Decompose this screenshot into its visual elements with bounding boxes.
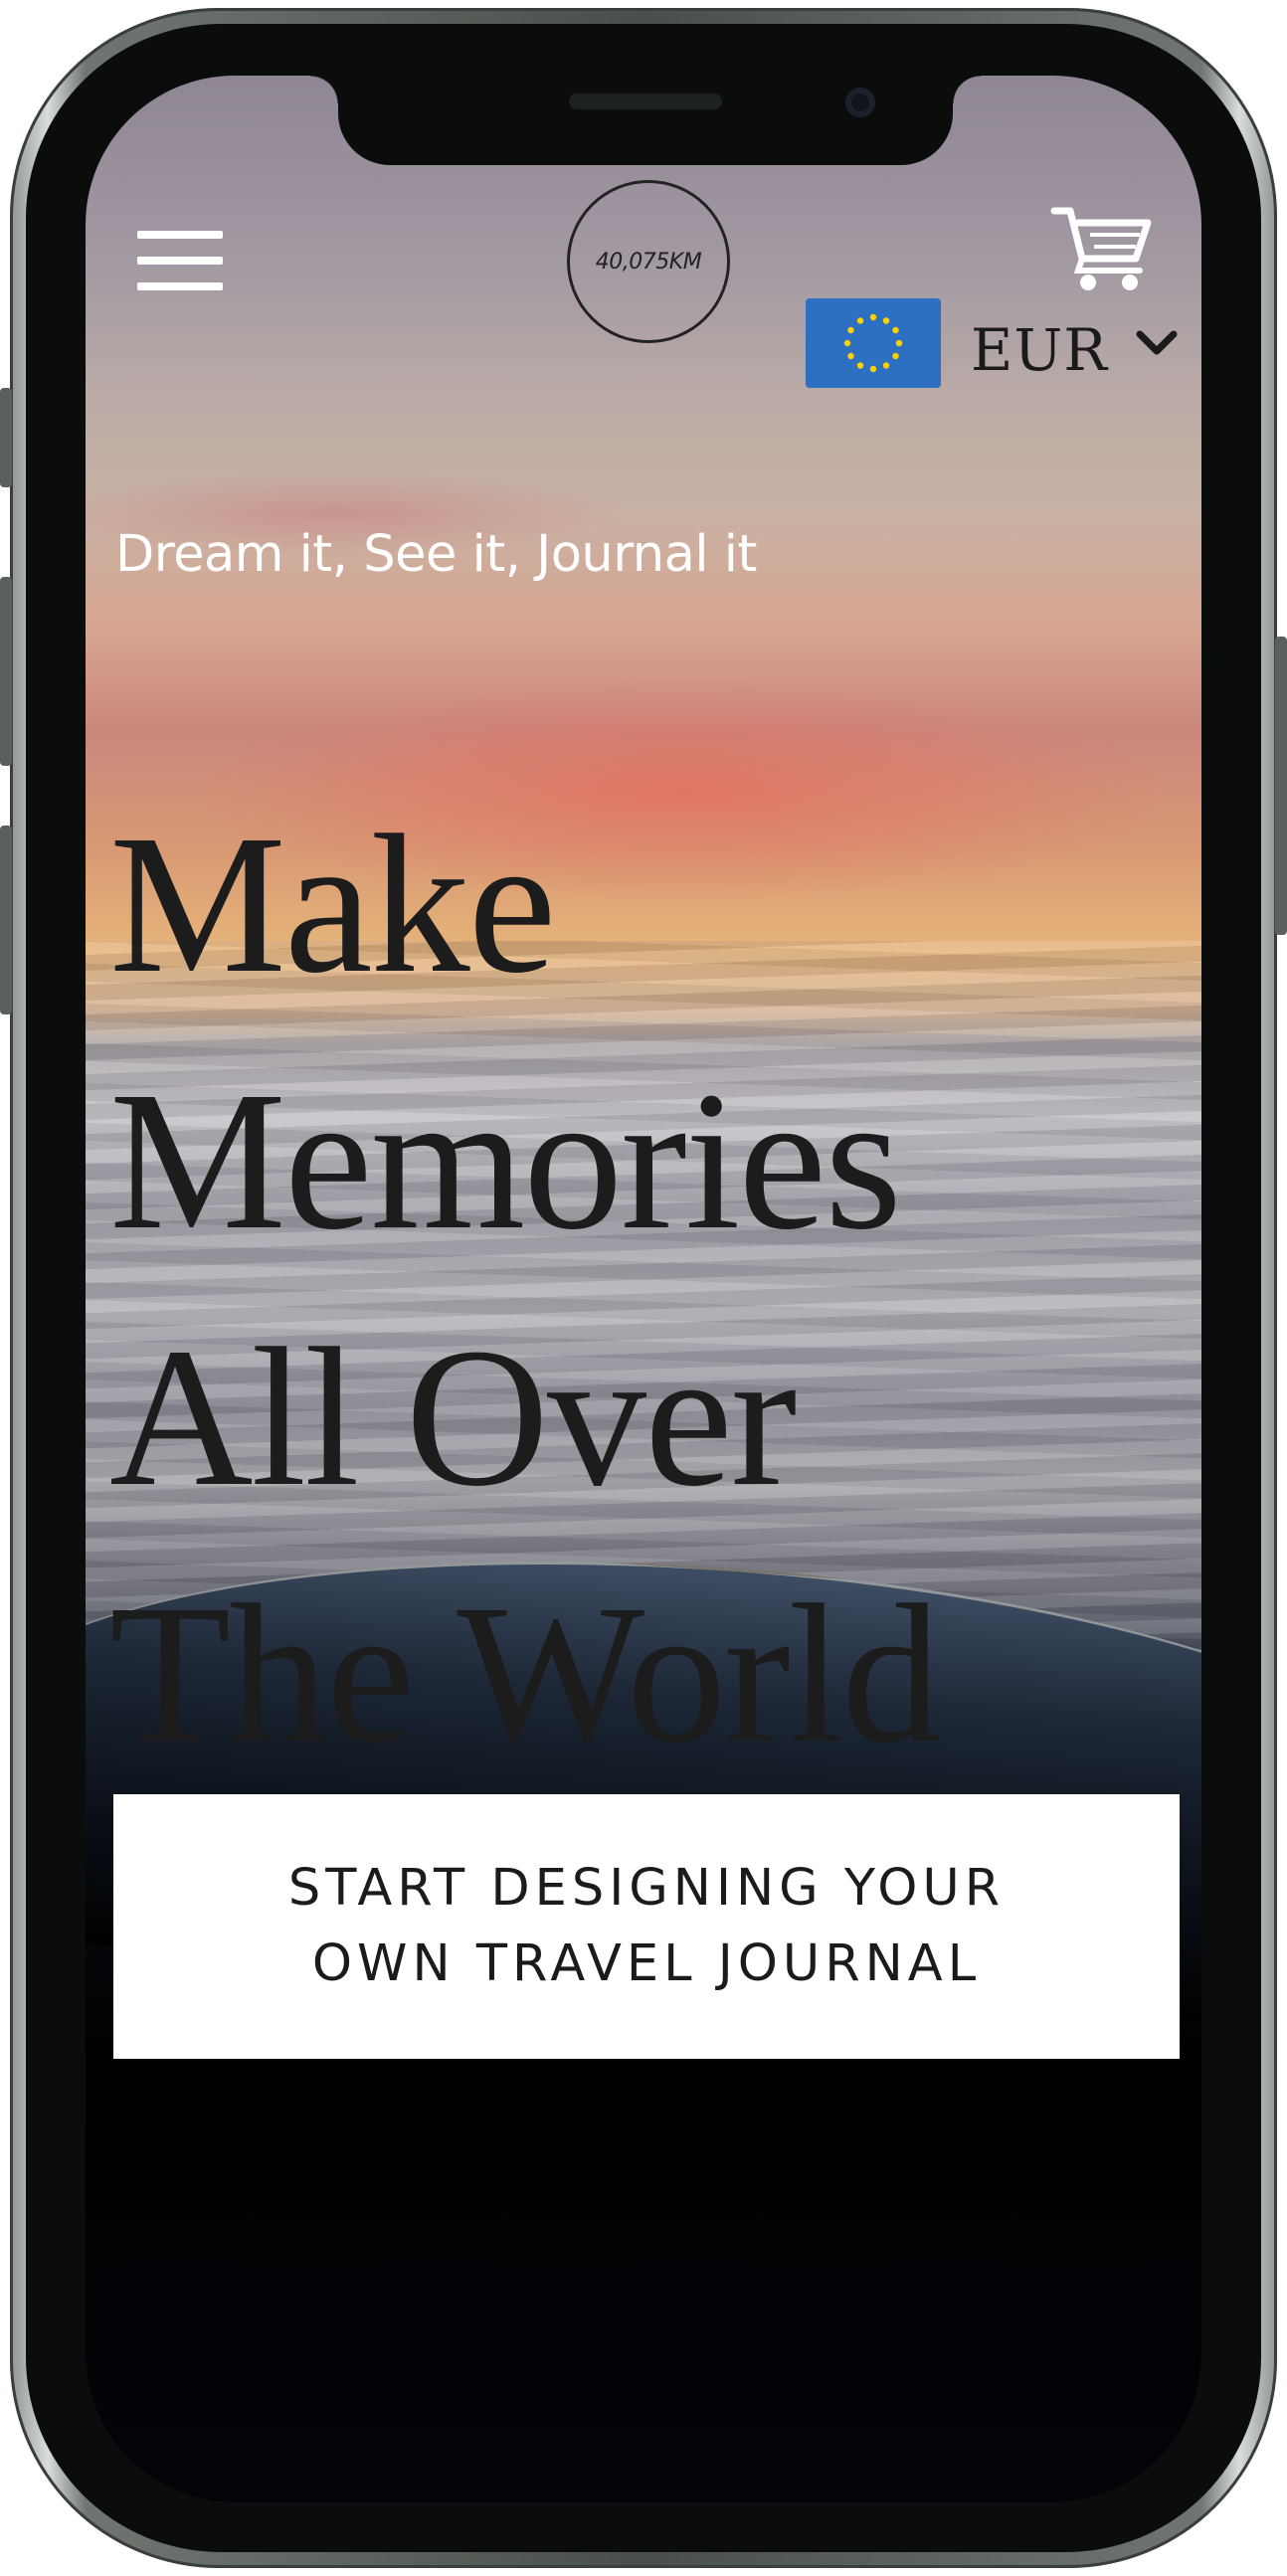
start-designing-button[interactable]: START DESIGNING YOUR OWN TRAVEL JOURNAL bbox=[113, 1794, 1180, 2059]
mute-switch bbox=[0, 388, 12, 487]
front-camera bbox=[845, 88, 875, 117]
cta-line: OWN TRAVEL JOURNAL bbox=[311, 1934, 982, 1993]
currency-selector[interactable]: EUR bbox=[806, 298, 1184, 392]
headline-line: Memories bbox=[109, 1051, 902, 1271]
hero-tagline: Dream it, See it, Journal it bbox=[115, 525, 757, 584]
cta-line: START DESIGNING YOUR bbox=[287, 1859, 1006, 1918]
currency-code: EUR bbox=[971, 316, 1108, 384]
brand-logo[interactable]: 40,075KM bbox=[567, 180, 730, 343]
phone-screen: 40,075KM EUR Dream it, See it, Journal i… bbox=[86, 76, 1201, 2502]
volume-down-button bbox=[0, 826, 12, 1014]
notch bbox=[310, 76, 981, 165]
shopping-cart-icon[interactable] bbox=[1050, 205, 1154, 294]
hamburger-icon[interactable] bbox=[137, 225, 223, 298]
chevron-down-icon bbox=[1136, 330, 1178, 355]
headline-line: Make bbox=[109, 795, 556, 1014]
logo-text: 40,075KM bbox=[595, 249, 702, 275]
volume-up-button bbox=[0, 577, 12, 766]
speaker-grille bbox=[569, 93, 722, 109]
eu-flag-icon bbox=[806, 298, 941, 388]
headline-line: The World bbox=[109, 1564, 941, 1784]
headline-line: All Over bbox=[109, 1308, 797, 1528]
hero-headline: Make Memories All Over The World bbox=[109, 777, 1184, 1803]
power-button bbox=[1275, 637, 1287, 935]
